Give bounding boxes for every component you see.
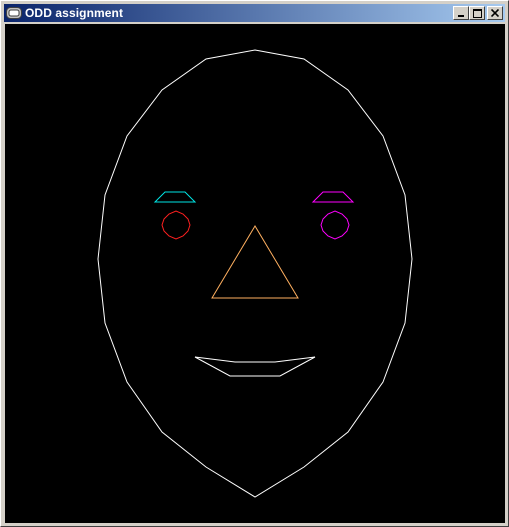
- nose-triangle: [211, 225, 299, 299]
- left-eye: [161, 210, 191, 240]
- opengl-window-icon[interactable]: [6, 6, 22, 20]
- close-button[interactable]: [487, 6, 503, 20]
- minimize-icon: [458, 15, 464, 17]
- app-window: ODD assignment: [0, 0, 509, 527]
- maximize-button[interactable]: [469, 6, 485, 20]
- minimize-button[interactable]: [453, 6, 469, 20]
- window-title: ODD assignment: [25, 6, 124, 20]
- left-eyebrow: [153, 191, 197, 203]
- face-outline: [97, 49, 413, 498]
- opengl-canvas[interactable]: [5, 24, 505, 523]
- title-bar[interactable]: ODD assignment: [4, 4, 505, 22]
- mouth: [194, 356, 316, 377]
- right-eyebrow: [311, 191, 355, 203]
- close-icon: [491, 9, 499, 17]
- window-controls: [453, 6, 503, 20]
- maximize-icon: [472, 8, 482, 18]
- right-eye: [320, 210, 350, 240]
